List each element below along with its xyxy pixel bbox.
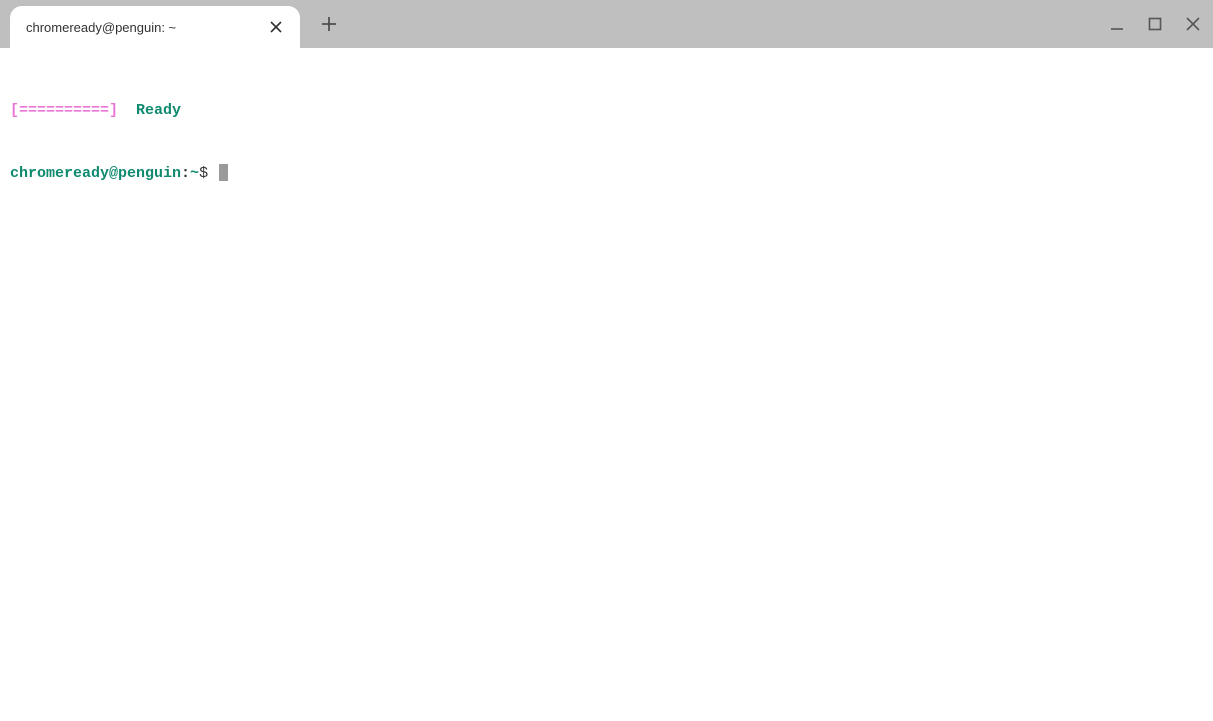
prompt-user-host: chromeready@penguin [10, 165, 181, 182]
prompt-separator: : [181, 165, 190, 182]
tab-title: chromeready@penguin: ~ [26, 20, 266, 35]
prompt-symbol: $ [199, 165, 208, 182]
window-controls [1107, 0, 1203, 48]
titlebar: chromeready@penguin: ~ [0, 0, 1213, 48]
close-tab-icon[interactable] [266, 17, 286, 37]
terminal-area[interactable]: [==========] Ready chromeready@penguin:~… [0, 48, 1213, 215]
terminal-line-status: [==========] Ready [10, 100, 1203, 121]
terminal-line-prompt: chromeready@penguin:~$ [10, 163, 1203, 184]
ready-status: Ready [136, 102, 181, 119]
maximize-button[interactable] [1145, 14, 1165, 34]
new-tab-button[interactable] [314, 9, 344, 39]
terminal-cursor [219, 164, 228, 181]
close-window-button[interactable] [1183, 14, 1203, 34]
progress-bar-text: [==========] [10, 102, 118, 119]
tab-active[interactable]: chromeready@penguin: ~ [10, 6, 300, 48]
prompt-path: ~ [190, 165, 199, 182]
minimize-button[interactable] [1107, 14, 1127, 34]
